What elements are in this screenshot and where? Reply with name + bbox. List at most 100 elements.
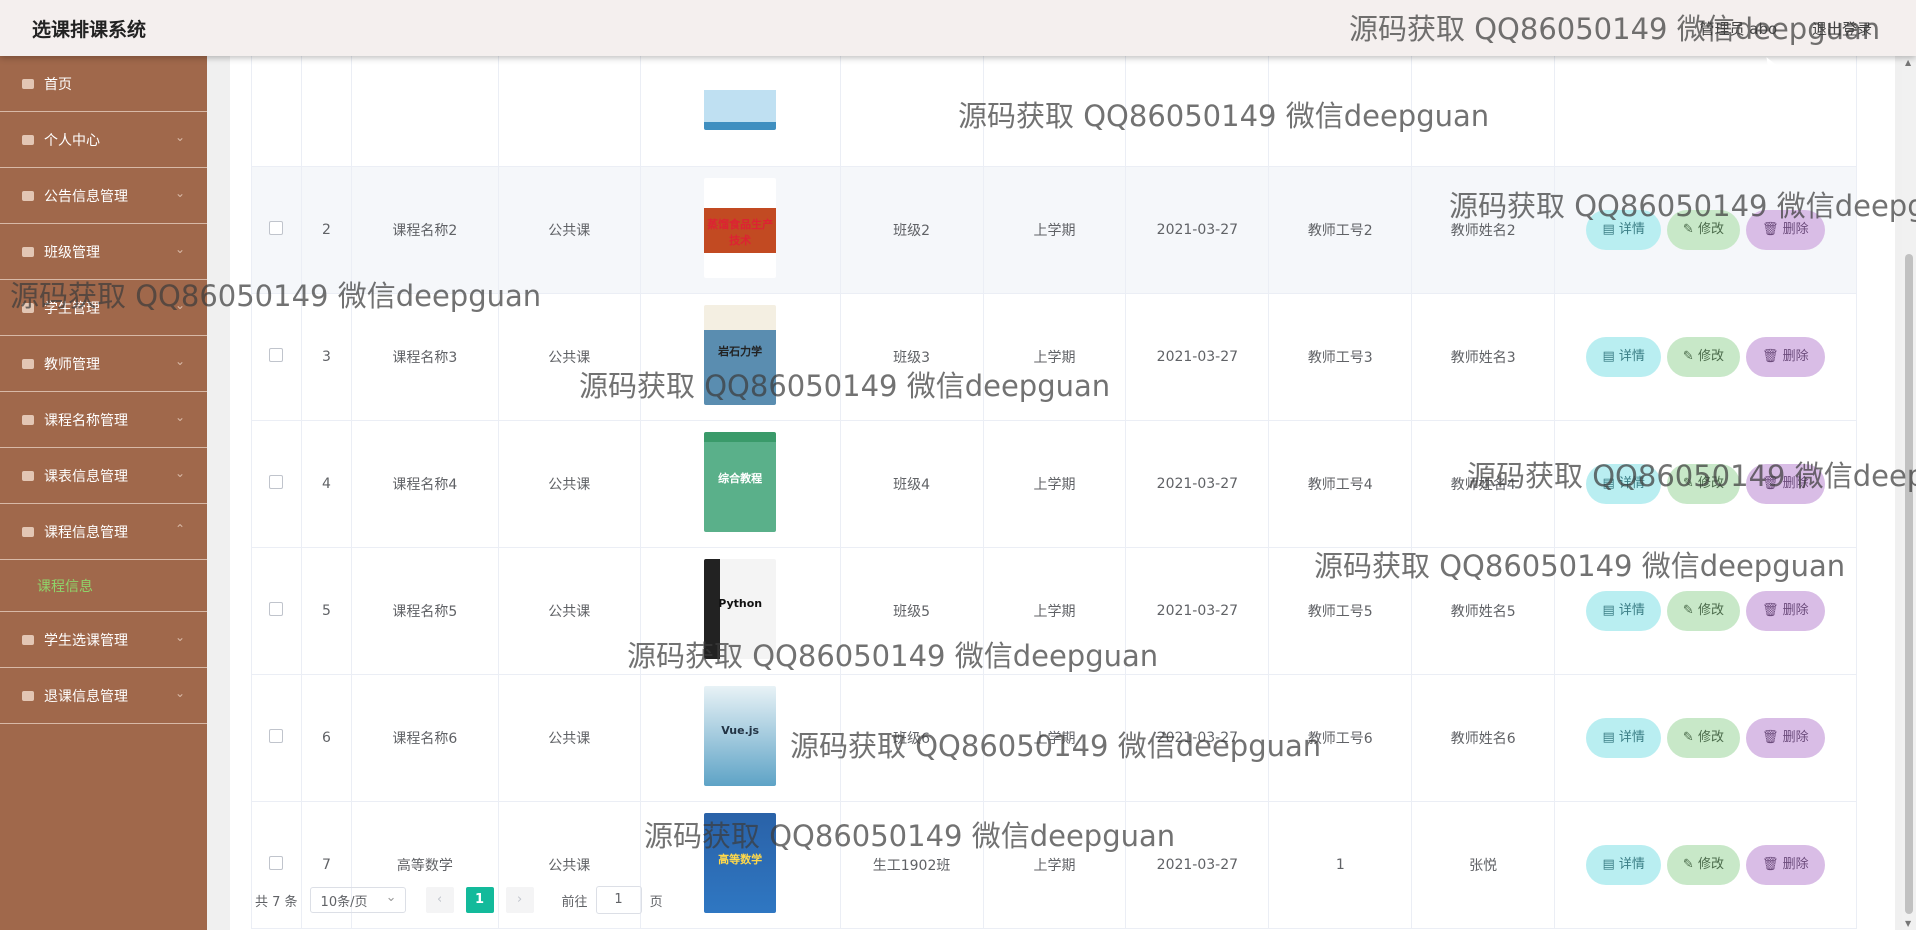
sidebar-item-teacher[interactable]: 教师管理 ⌄ — [0, 336, 207, 392]
table-panel: 2 课程名称2 公共课 蒸馏食品生产技术 班级2 上学期 2021-03-27 教师工号2 教师… — [230, 29, 1895, 930]
cover-cell: Vue.js — [639, 674, 841, 802]
scroll-down-icon[interactable]: ▼ — [1905, 919, 1911, 928]
course-cover-image[interactable]: 岩石力学 — [704, 305, 777, 405]
actions-cell: ▤ 详情 ✎ 修改 🗑 删除 — [1554, 166, 1857, 294]
course-name-cell: 课程名称5 — [350, 547, 499, 675]
course-table: 2 课程名称2 公共课 蒸馏食品生产技术 班级2 上学期 2021-03-27 教师工号2 教师… — [251, 29, 1857, 929]
edit-button[interactable]: ✎ 修改 — [1666, 210, 1740, 250]
row-checkbox[interactable] — [269, 856, 284, 870]
course-cover-image[interactable]: 高等数学 — [704, 813, 777, 913]
cover-cell: 蒸馏食品生产技术 — [639, 166, 841, 294]
cover-cell — [639, 29, 841, 167]
detail-button[interactable]: ▤ 详情 — [1586, 845, 1661, 885]
sidebar-item-schedule[interactable]: 课表信息管理 ⌄ — [0, 448, 207, 504]
delete-button[interactable]: 🗑 删除 — [1745, 337, 1825, 377]
logout-link[interactable]: 退出登录 — [1812, 20, 1872, 38]
row-checkbox[interactable] — [269, 602, 284, 616]
course-name-cell: 课程名称4 — [350, 420, 499, 548]
table-row: 2 课程名称2 公共课 蒸馏食品生产技术 班级2 上学期 2021-03-27 教师工号2 教师… — [251, 166, 1857, 294]
delete-button[interactable]: 🗑 删除 — [1745, 464, 1825, 504]
sidebar-item-profile[interactable]: 个人中心 ⌄ — [0, 112, 207, 168]
sidebar-item-label: 课程名称管理 — [44, 412, 128, 429]
sidebar-item-label: 课程信息管理 — [44, 524, 128, 541]
edit-button[interactable]: ✎ 修改 — [1666, 337, 1740, 377]
detail-button[interactable]: ▤ 详情 — [1586, 337, 1661, 377]
course-type-cell — [497, 36, 641, 167]
row-checkbox[interactable] — [269, 475, 284, 489]
row-checkbox[interactable] — [269, 729, 284, 743]
page-button-current[interactable]: 1 — [465, 887, 494, 913]
page-size-select[interactable]: 10条/页 — [309, 887, 406, 913]
sidebar-item-selection[interactable]: 学生选课管理 ⌄ — [0, 612, 207, 668]
prev-page-button[interactable]: ‹ — [425, 887, 454, 913]
teacher-name-cell: 教师姓名6 — [1411, 674, 1556, 802]
course-cover-image[interactable]: 综合教程 — [704, 432, 777, 532]
term-cell: 上学期 — [982, 166, 1127, 294]
sidebar-item-course-info[interactable]: 课程信息管理 ⌃ — [0, 504, 207, 560]
sidebar-item-course-name[interactable]: 课程名称管理 ⌄ — [0, 392, 207, 448]
sidebar-item-label: 个人中心 — [44, 132, 100, 149]
course-cover-image[interactable]: Python — [704, 559, 777, 659]
teacher-name-cell: 张悦 — [1411, 801, 1556, 929]
course-cover-image[interactable]: Vue.js — [704, 686, 777, 786]
edit-button[interactable]: ✎ 修改 — [1666, 845, 1740, 885]
term-cell: 上学期 — [982, 674, 1127, 802]
sidebar: 首页 个人中心 ⌄ 公告信息管理 ⌄ 班级管理 ⌄ 学生管理 ⌄ 教师管理 ⌄ 课程名称管… — [0, 56, 207, 930]
delete-button[interactable]: 🗑 删除 — [1745, 591, 1825, 631]
sidebar-subitem-course-info[interactable]: 课程信息 — [0, 560, 207, 612]
teacher-no-cell: 教师工号5 — [1268, 547, 1413, 675]
cover-title: 蒸馏食品生产技术 — [707, 218, 774, 247]
top-bar: 选课排课系统 管理员 abo 退出登录 — [0, 0, 1916, 56]
delete-button[interactable]: 🗑 删除 — [1745, 718, 1825, 758]
goto-page-input[interactable]: 1 — [595, 886, 642, 914]
row-select-cell — [251, 420, 302, 548]
row-select-cell — [251, 166, 302, 294]
detail-button[interactable]: ▤ 详情 — [1586, 718, 1661, 758]
cover-title: Vue.js — [721, 724, 760, 737]
date-cell: 2021-03-27 — [1125, 166, 1270, 294]
term-cell: 上学期 — [982, 293, 1127, 421]
home-icon — [20, 76, 36, 92]
edit-label: 修改 — [1697, 730, 1724, 745]
scrollbar-thumb[interactable] — [1905, 254, 1913, 914]
edit-button[interactable]: ✎ 修改 — [1666, 591, 1740, 631]
sidebar-item-notice[interactable]: 公告信息管理 ⌄ — [0, 168, 207, 224]
sidebar-item-class[interactable]: 班级管理 ⌄ — [0, 224, 207, 280]
course-type-cell: 公共课 — [497, 293, 641, 421]
course-cover-image[interactable]: 蒸馏食品生产技术 — [704, 178, 777, 278]
scroll-up-icon[interactable]: ▲ — [1905, 58, 1911, 67]
cover-title: 高等数学 — [718, 853, 763, 866]
flag-icon — [20, 412, 36, 428]
next-page-button[interactable]: › — [505, 887, 534, 913]
chevron-down-icon: ⌄ — [174, 630, 185, 644]
edit-button[interactable]: ✎ 修改 — [1666, 464, 1740, 504]
delete-button[interactable]: 🗑 删除 — [1745, 845, 1825, 885]
table-row: 4 课程名称4 公共课 综合教程 班级4 上学期 2021-03-27 教师工号4 教师姓名4 ▤… — [251, 420, 1857, 548]
app-title: 选课排课系统 — [32, 19, 147, 41]
delete-button[interactable]: 🗑 删除 — [1745, 210, 1825, 250]
sidebar-item-home[interactable]: 首页 — [0, 56, 207, 112]
course-type-cell: 公共课 — [497, 166, 641, 294]
class-cell: 班级2 — [839, 166, 984, 294]
cover-title: 综合教程 — [718, 472, 763, 485]
sidebar-item-label: 班级管理 — [44, 244, 100, 261]
cover-cell: 高等数学 — [639, 801, 841, 929]
scrollbar[interactable]: ▲ ▼ — [1902, 56, 1916, 930]
edit-button[interactable]: ✎ 修改 — [1666, 718, 1740, 758]
date-cell: 2021-03-27 — [1125, 801, 1270, 929]
class-icon — [20, 244, 36, 260]
detail-button[interactable]: ▤ 详情 — [1586, 210, 1661, 250]
row-checkbox[interactable] — [269, 348, 284, 362]
detail-button[interactable]: ▤ 详情 — [1586, 464, 1661, 504]
sidebar-item-withdraw[interactable]: 退课信息管理 ⌄ — [0, 668, 207, 724]
row-checkbox[interactable] — [269, 221, 284, 235]
term-cell: 上学期 — [982, 547, 1127, 675]
message-icon — [20, 188, 36, 204]
user-label: 管理员 abo — [1699, 20, 1778, 38]
sidebar-item-student[interactable]: 学生管理 ⌄ — [0, 280, 207, 336]
detail-label: 详情 — [1618, 857, 1645, 872]
detail-label: 详情 — [1618, 222, 1645, 237]
document-icon — [20, 524, 36, 540]
detail-button[interactable]: ▤ 详情 — [1586, 591, 1661, 631]
cover-cell: Python — [639, 547, 841, 675]
